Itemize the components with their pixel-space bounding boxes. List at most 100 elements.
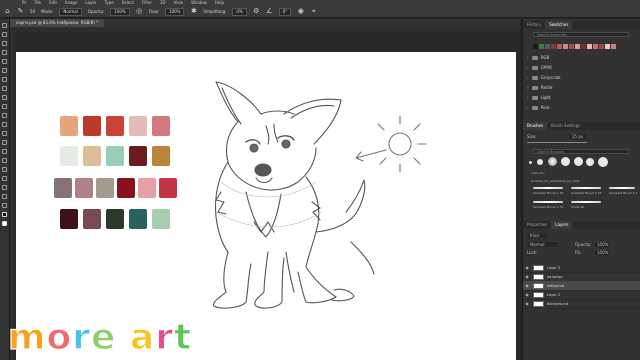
- brush-tip-7[interactable]: [598, 157, 608, 167]
- layer-opacity-field[interactable]: 100%: [595, 242, 611, 247]
- brush-group-name[interactable]: brushes_for_photoshop_by_tim0: [531, 179, 579, 183]
- brush-stroke-preview[interactable]: [571, 187, 601, 189]
- brush-tip-5[interactable]: [574, 157, 583, 166]
- tab-history[interactable]: History: [523, 21, 545, 29]
- brush-stroke-preview[interactable]: [533, 201, 563, 203]
- brush-group-name[interactable]: color-doc: [531, 171, 545, 175]
- foreground-color-swatch[interactable]: [2, 212, 7, 217]
- layer-row[interactable]: ◉ Background: [523, 299, 640, 309]
- swatch-chip[interactable]: [569, 44, 574, 49]
- flow-field[interactable]: 100%: [164, 7, 185, 16]
- layer-filter-kind[interactable]: Kind: [527, 233, 547, 238]
- brush-preset-name[interactable]: Sampled Brush 2 37: [533, 205, 563, 209]
- brush-preset-name[interactable]: Chalk 90: [571, 205, 584, 209]
- eye-icon[interactable]: ◉: [523, 274, 531, 279]
- background-color-swatch[interactable]: [2, 221, 7, 226]
- move-tool-icon[interactable]: [2, 23, 7, 28]
- tab-brushes[interactable]: Brushes: [523, 122, 548, 130]
- brushes-search-input[interactable]: Search Brushes: [533, 149, 629, 154]
- swatch-chip[interactable]: [557, 44, 562, 49]
- edit-toolbar-icon[interactable]: [2, 203, 7, 208]
- pressure-opacity-icon[interactable]: ◎: [136, 8, 143, 15]
- airbrush-icon[interactable]: ✱: [190, 8, 197, 15]
- opacity-field[interactable]: 100%: [110, 7, 130, 16]
- blend-mode-select[interactable]: Normal: [527, 242, 559, 247]
- brush-stroke-preview[interactable]: [571, 201, 601, 203]
- swatch-group-grayscale[interactable]: › Grayscale: [527, 73, 560, 82]
- swatch-group-light[interactable]: › Light: [527, 93, 551, 102]
- layer-name: Layer 3: [547, 265, 561, 270]
- hand-tool-icon[interactable]: [2, 185, 7, 190]
- shape-tool-icon[interactable]: [2, 176, 7, 181]
- brush-tip-6[interactable]: [586, 158, 594, 166]
- size-slider[interactable]: [527, 142, 587, 143]
- brush-size-value[interactable]: 50: [30, 9, 35, 14]
- eye-icon[interactable]: ◉: [523, 301, 531, 306]
- brush-tip-2[interactable]: [537, 159, 543, 165]
- swatch-group-pastel[interactable]: › Pastel: [527, 83, 553, 92]
- brush-preset-name[interactable]: Sampled Brush 2 25: [571, 191, 601, 195]
- swatch-group-cmyk[interactable]: › CMYK: [527, 63, 552, 72]
- swatch-chip[interactable]: [575, 44, 580, 49]
- gear-icon[interactable]: ⚙: [253, 8, 260, 15]
- brush-preset-name[interactable]: Sampled Brush 1 25: [533, 191, 563, 195]
- tab-brush-settings[interactable]: Brush Settings: [547, 122, 584, 130]
- swatches-search-input[interactable]: Search Swatches: [533, 32, 629, 37]
- canvas[interactable]: [16, 52, 516, 360]
- healing-tool-icon[interactable]: [2, 77, 7, 82]
- swatch-chip[interactable]: [581, 44, 586, 49]
- stamp-tool-icon[interactable]: [2, 95, 7, 100]
- layer-thumbnail: [533, 282, 544, 289]
- brush-tip-3[interactable]: [548, 157, 557, 166]
- lasso-tool-icon[interactable]: [2, 41, 7, 46]
- brush-stroke-preview[interactable]: [609, 187, 635, 189]
- tab-properties[interactable]: Properties: [523, 221, 551, 229]
- marquee-tool-icon[interactable]: [2, 32, 7, 37]
- swatch-chip[interactable]: [545, 44, 550, 49]
- brush-tool-icon[interactable]: ✎: [17, 8, 24, 15]
- quick-select-tool-icon[interactable]: [2, 50, 7, 55]
- swatch-group-pure[interactable]: › Pure: [527, 103, 550, 112]
- symmetry-icon[interactable]: ⌖: [310, 8, 317, 15]
- eye-icon[interactable]: ◉: [523, 265, 531, 270]
- smoothing-field[interactable]: 0%: [232, 7, 247, 16]
- document-tab[interactable]: сорги.psd @ 83.6% (наброски, RGB/8) *: [10, 19, 105, 27]
- swatch-chip[interactable]: [539, 44, 544, 49]
- history-brush-tool-icon[interactable]: [2, 104, 7, 109]
- brush-preset-name[interactable]: Sampled Brush 2 1: [609, 191, 638, 195]
- tab-swatches[interactable]: Swatches: [545, 21, 573, 29]
- dodge-tool-icon[interactable]: [2, 140, 7, 145]
- pen-tool-icon[interactable]: [2, 149, 7, 154]
- swatch-chip[interactable]: [593, 44, 598, 49]
- swatch-chip[interactable]: [599, 44, 604, 49]
- swatch-chip[interactable]: [605, 44, 610, 49]
- eraser-tool-icon[interactable]: [2, 113, 7, 118]
- swatch-chip[interactable]: [551, 44, 556, 49]
- size-field[interactable]: 25 px: [569, 134, 587, 139]
- home-icon[interactable]: ⌂: [4, 8, 11, 15]
- crop-tool-icon[interactable]: [2, 59, 7, 64]
- eyedropper-tool-icon[interactable]: [2, 68, 7, 73]
- fill-field[interactable]: 100%: [595, 250, 611, 255]
- swatch-chip[interactable]: [587, 44, 592, 49]
- swatch-chip[interactable]: [533, 44, 538, 49]
- tab-layers[interactable]: Layers: [551, 221, 573, 229]
- brush-tool-icon[interactable]: [2, 86, 7, 91]
- swatch-chip[interactable]: [611, 44, 616, 49]
- mode-select[interactable]: Normal: [59, 7, 82, 16]
- gradient-tool-icon[interactable]: [2, 122, 7, 127]
- pressure-size-icon[interactable]: ◉: [297, 8, 304, 15]
- eye-icon[interactable]: ◉: [523, 292, 531, 297]
- eye-icon[interactable]: ◉: [523, 283, 531, 288]
- brush-stroke-preview[interactable]: [533, 187, 563, 189]
- brush-tip-1[interactable]: [529, 161, 532, 164]
- zoom-tool-icon[interactable]: [2, 194, 7, 199]
- swatch-chip[interactable]: [563, 44, 568, 49]
- angle-icon[interactable]: ∠: [266, 8, 273, 15]
- path-select-tool-icon[interactable]: [2, 167, 7, 172]
- angle-field[interactable]: 0°: [278, 7, 292, 16]
- blur-tool-icon[interactable]: [2, 131, 7, 136]
- swatch-group-rgb[interactable]: › RGB: [527, 53, 549, 62]
- type-tool-icon[interactable]: [2, 158, 7, 163]
- brush-tip-4[interactable]: [561, 157, 570, 166]
